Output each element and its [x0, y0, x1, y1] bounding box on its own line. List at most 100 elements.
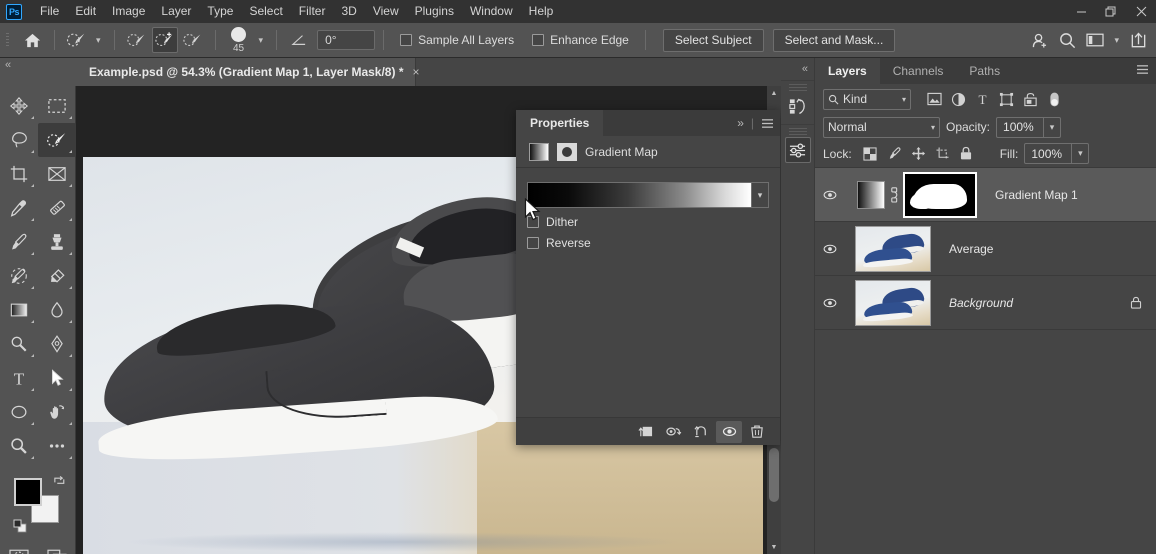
lock-all-icon[interactable] — [956, 143, 977, 164]
layer-visibility-toggle[interactable] — [815, 222, 845, 276]
lock-position-icon[interactable] — [908, 143, 929, 164]
left-dock-collapse-button[interactable]: « — [0, 58, 76, 86]
maximize-button[interactable] — [1096, 0, 1126, 23]
layer-visibility-toggle[interactable] — [815, 276, 845, 330]
layer-name[interactable]: Background — [949, 296, 1013, 310]
gradient-thumbnail[interactable] — [529, 142, 549, 161]
toggle-visibility-button[interactable] — [716, 420, 742, 443]
menu-file[interactable]: File — [32, 0, 67, 23]
opacity-input[interactable]: 100% — [996, 116, 1045, 138]
filter-smart-object-icon[interactable] — [1019, 88, 1041, 110]
type-tool[interactable]: T — [0, 361, 38, 395]
blur-tool[interactable] — [38, 293, 76, 327]
zoom-tool[interactable] — [0, 429, 38, 463]
brush-chevron-down-icon[interactable]: ▾ — [254, 35, 269, 46]
fill-chevron-down-icon[interactable]: ▾ — [1072, 143, 1090, 164]
layer-mask-thumbnail[interactable] — [903, 171, 977, 218]
menu-plugins[interactable]: Plugins — [407, 0, 462, 23]
tab-paths[interactable]: Paths — [956, 58, 1013, 84]
reset-button[interactable] — [688, 421, 714, 443]
ellipse-tool[interactable] — [0, 395, 38, 429]
tool-preset-chevron-down-icon[interactable]: ▾ — [91, 35, 106, 46]
crop-tool[interactable] — [0, 157, 38, 191]
filter-toggle-icon[interactable] — [1043, 88, 1065, 110]
menu-select[interactable]: Select — [241, 0, 290, 23]
lock-artboard-nesting-icon[interactable] — [932, 143, 953, 164]
right-dock-collapse-button[interactable]: « — [781, 58, 814, 80]
tab-properties[interactable]: Properties — [516, 110, 604, 136]
quick-mask-icon[interactable] — [0, 540, 38, 554]
edit-toolbar-tool[interactable] — [38, 429, 76, 463]
scroll-down-icon[interactable]: ▼ — [767, 540, 781, 554]
rail-grip[interactable] — [788, 128, 807, 135]
reverse-checkbox[interactable]: Reverse — [527, 236, 769, 250]
filter-type-icon[interactable]: T — [971, 88, 993, 110]
filter-adjustment-icon[interactable] — [947, 88, 969, 110]
selection-add-icon[interactable] — [151, 27, 178, 53]
mask-thumbnail[interactable] — [557, 142, 577, 161]
gradient-chevron-down-icon[interactable]: ▾ — [751, 182, 769, 208]
eraser-tool[interactable] — [38, 259, 76, 293]
menu-help[interactable]: Help — [521, 0, 562, 23]
filter-kind-select[interactable]: Kind ▾ — [823, 88, 911, 110]
menu-view[interactable]: View — [365, 0, 407, 23]
dither-checkbox[interactable]: Dither — [527, 215, 769, 229]
layer-row[interactable]: Background — [815, 276, 1156, 330]
layer-name[interactable]: Average — [949, 242, 993, 256]
quick-selection-preset-icon[interactable] — [64, 27, 90, 53]
adjustments-panel-icon[interactable] — [784, 137, 811, 163]
menu-image[interactable]: Image — [104, 0, 153, 23]
layer-visibility-toggle[interactable] — [815, 168, 845, 222]
close-button[interactable] — [1126, 0, 1156, 23]
document-tab[interactable]: Example.psd @ 54.3% (Gradient Map 1, Lay… — [76, 58, 420, 86]
tab-layers[interactable]: Layers — [815, 58, 880, 84]
share-icon[interactable] — [1026, 27, 1052, 53]
select-subject-button[interactable]: Select Subject — [662, 28, 764, 52]
panel-menu-icon[interactable] — [761, 118, 774, 129]
foreground-color-swatch[interactable] — [14, 478, 42, 506]
scrollbar-thumb[interactable] — [769, 448, 779, 502]
filter-pixel-icon[interactable] — [923, 88, 945, 110]
pen-tool[interactable] — [38, 327, 76, 361]
opacity-chevron-down-icon[interactable]: ▾ — [1044, 116, 1062, 138]
path-selection-tool[interactable] — [38, 361, 76, 395]
workspace-icon[interactable] — [1082, 27, 1108, 53]
home-icon[interactable] — [19, 27, 45, 53]
swap-colors-icon[interactable] — [53, 474, 66, 487]
clone-stamp-tool[interactable] — [38, 225, 76, 259]
minimize-button[interactable] — [1066, 0, 1096, 23]
lock-transparent-pixels-icon[interactable] — [860, 143, 881, 164]
lock-image-pixels-icon[interactable] — [884, 143, 905, 164]
history-panel-icon[interactable] — [785, 93, 811, 119]
menu-layer[interactable]: Layer — [153, 0, 199, 23]
lasso-tool[interactable] — [0, 123, 38, 157]
layer-row[interactable]: Gradient Map 1 — [815, 168, 1156, 222]
tab-channels[interactable]: Channels — [880, 58, 957, 84]
sample-all-layers-checkbox[interactable]: Sample All Layers — [400, 33, 514, 47]
expand-panel-icon[interactable]: » — [737, 116, 744, 130]
workspace-chevron-down-icon[interactable]: ▾ — [1109, 35, 1124, 46]
menu-window[interactable]: Window — [462, 0, 521, 23]
layer-link-icon[interactable] — [885, 186, 903, 204]
enhance-edge-checkbox[interactable]: Enhance Edge — [532, 33, 629, 47]
menu-type[interactable]: Type — [199, 0, 241, 23]
history-brush-tool[interactable] — [0, 259, 38, 293]
healing-brush-tool[interactable] — [38, 191, 76, 225]
frame-tool[interactable] — [38, 157, 76, 191]
screen-mode-icon[interactable] — [38, 540, 76, 554]
layer-image-thumbnail[interactable] — [855, 279, 931, 326]
blend-mode-select[interactable]: Normal ▾ — [823, 116, 940, 138]
menu-filter[interactable]: Filter — [291, 0, 334, 23]
filter-shape-icon[interactable] — [995, 88, 1017, 110]
view-previous-state-button[interactable] — [660, 421, 686, 443]
clip-to-layer-button[interactable] — [632, 421, 658, 443]
search-icon[interactable] — [1054, 27, 1080, 53]
cloud-upload-icon[interactable] — [1125, 27, 1151, 53]
brush-angle-input[interactable]: 0° — [317, 30, 376, 50]
delete-adjustment-button[interactable] — [744, 421, 770, 443]
brush-size-preview[interactable]: 45 — [224, 24, 254, 56]
gradient-preview-bar[interactable] — [527, 182, 751, 208]
layer-image-thumbnail[interactable] — [855, 225, 931, 272]
gradient-tool[interactable] — [0, 293, 38, 327]
scroll-up-icon[interactable]: ▲ — [767, 86, 781, 100]
